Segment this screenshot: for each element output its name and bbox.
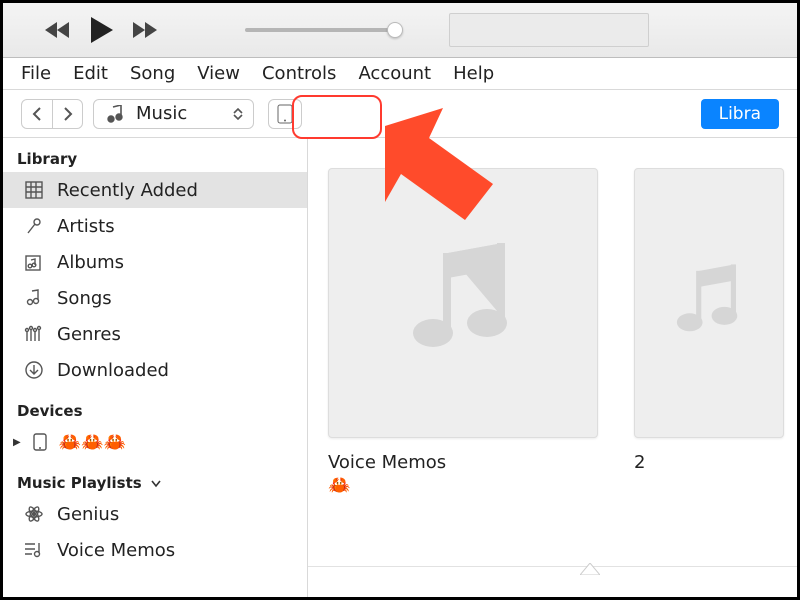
download-icon <box>23 361 45 379</box>
grid-icon <box>23 181 45 199</box>
next-track-button[interactable] <box>131 15 161 45</box>
album-card[interactable]: Voice Memos 🦀 <box>328 168 608 597</box>
microphone-icon <box>23 217 45 235</box>
menu-view[interactable]: View <box>197 63 240 84</box>
chevron-down-icon <box>151 474 161 492</box>
menu-account[interactable]: Account <box>358 63 431 84</box>
sidebar-playlist-genius[interactable]: Genius <box>3 496 307 532</box>
body: Library Recently Added Artists Albums <box>3 138 797 597</box>
volume-track[interactable] <box>245 28 395 32</box>
section-library-header: Library <box>3 144 307 172</box>
ipad-device-icon <box>29 433 51 451</box>
sidebar-item-songs[interactable]: Songs <box>3 280 307 316</box>
section-playlists-title: Music Playlists <box>17 474 142 492</box>
divider <box>308 566 797 567</box>
atom-icon <box>23 504 45 524</box>
song-note-icon <box>23 289 45 307</box>
selection-marker-icon <box>580 563 600 575</box>
device-button[interactable] <box>268 99 302 129</box>
disclosure-triangle-icon[interactable]: ▶ <box>13 437 21 448</box>
toolbar: Music Libra <box>3 90 797 138</box>
menu-controls[interactable]: Controls <box>262 63 336 84</box>
volume-thumb[interactable] <box>387 22 403 38</box>
album-title: Voice Memos <box>328 452 446 473</box>
updown-chevron-icon <box>233 108 243 120</box>
menu-edit[interactable]: Edit <box>73 63 108 84</box>
sidebar-item-label: Recently Added <box>57 180 198 201</box>
sidebar-item-label: Voice Memos <box>57 540 175 561</box>
sidebar-item-label: Downloaded <box>57 360 169 381</box>
ipad-device-icon <box>277 104 293 124</box>
nav-back-forward <box>21 99 83 129</box>
music-note-placeholder-icon <box>393 233 533 373</box>
sidebar-item-genres[interactable]: Genres <box>3 316 307 352</box>
media-type-label: Music <box>136 103 187 124</box>
volume-slider[interactable] <box>245 28 395 32</box>
app-window: File Edit Song View Controls Account Hel… <box>0 0 800 600</box>
menu-help[interactable]: Help <box>453 63 494 84</box>
sidebar-item-label: Genius <box>57 504 119 525</box>
album-art-placeholder <box>634 168 784 438</box>
library-button[interactable]: Libra <box>701 99 779 129</box>
playlist-icon <box>23 541 45 559</box>
menu-song[interactable]: Song <box>130 63 175 84</box>
album-card[interactable]: 2 <box>634 168 794 597</box>
album-art-placeholder <box>328 168 598 438</box>
sidebar-device-item[interactable]: ▶ 🦀🦀🦀 <box>3 424 307 460</box>
media-type-selector[interactable]: Music <box>93 99 254 129</box>
menu-file[interactable]: File <box>21 63 51 84</box>
album-title: 2 <box>634 452 645 473</box>
device-name: 🦀🦀🦀 <box>59 432 126 453</box>
sidebar-item-label: Genres <box>57 324 121 345</box>
playback-bar <box>3 3 797 58</box>
music-note-icon <box>104 105 126 123</box>
section-playlists-header[interactable]: Music Playlists <box>3 468 307 496</box>
play-button[interactable] <box>87 15 117 45</box>
sidebar-item-label: Albums <box>57 252 124 273</box>
prev-track-button[interactable] <box>43 15 73 45</box>
back-button[interactable] <box>22 100 52 128</box>
sidebar-item-artists[interactable]: Artists <box>3 208 307 244</box>
now-playing-display <box>449 13 649 47</box>
album-subtitle: 🦀 <box>328 475 350 496</box>
album-icon <box>23 253 45 271</box>
sidebar-playlist-voice-memos[interactable]: Voice Memos <box>3 532 307 568</box>
sidebar: Library Recently Added Artists Albums <box>3 138 308 597</box>
forward-button[interactable] <box>52 100 82 128</box>
sidebar-item-label: Artists <box>57 216 115 237</box>
menu-bar: File Edit Song View Controls Account Hel… <box>3 58 797 90</box>
music-note-placeholder-icon <box>664 243 754 363</box>
sidebar-item-albums[interactable]: Albums <box>3 244 307 280</box>
section-devices-header: Devices <box>3 396 307 424</box>
guitar-icon <box>23 325 45 343</box>
sidebar-item-downloaded[interactable]: Downloaded <box>3 352 307 388</box>
sidebar-item-recently-added[interactable]: Recently Added <box>3 172 307 208</box>
sidebar-item-label: Songs <box>57 288 112 309</box>
main-content: Voice Memos 🦀 2 <box>308 138 797 597</box>
